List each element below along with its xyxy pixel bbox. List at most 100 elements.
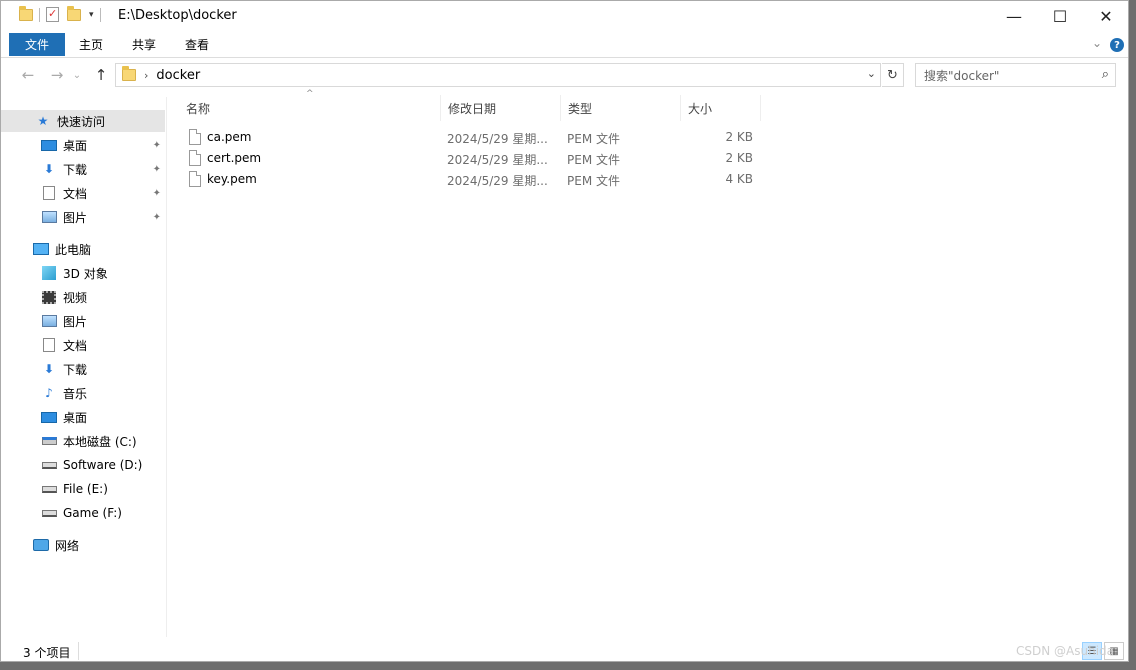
address-dropdown-icon[interactable]: ⌄: [867, 67, 876, 80]
pin-icon[interactable]: ✦: [153, 164, 161, 175]
navigation-pane: ★ 快速访问 桌面 ✦ ⬇ 下载 ✦ 文档 ✦ 图片 ✦ 此电脑 3D 对象 视…: [1, 97, 167, 637]
search-input[interactable]: 搜索"docker" ⌕: [915, 63, 1116, 87]
sidebar-item-label: 快速访问: [57, 114, 106, 129]
desktop-icon: [41, 138, 57, 152]
sidebar-item-downloads[interactable]: ⬇ 下载: [1, 358, 165, 380]
folder-icon: [122, 66, 136, 81]
item-count: 3 个项目: [23, 646, 71, 660]
sidebar-item-drive-d[interactable]: Software (D:): [1, 454, 165, 476]
column-header-size[interactable]: 大小: [681, 95, 761, 121]
maximize-button[interactable]: ☐: [1037, 1, 1083, 31]
drive-icon: [41, 482, 57, 496]
search-icon[interactable]: ⌕: [1102, 67, 1109, 82]
file-type: PEM 文件: [567, 132, 620, 146]
sidebar-item-network[interactable]: 网络: [1, 534, 165, 556]
tab-view[interactable]: 查看: [173, 33, 221, 56]
sidebar-item-this-pc[interactable]: 此电脑: [1, 238, 165, 260]
refresh-button[interactable]: ↻: [882, 63, 904, 87]
file-row[interactable]: ca.pem 2024/5/29 星期... PEM 文件 2 KB: [177, 127, 777, 148]
sidebar-item-quick-access[interactable]: ★ 快速访问: [1, 110, 165, 132]
sidebar-item-label: 桌面: [63, 410, 88, 425]
drive-icon: [41, 458, 57, 472]
file-row[interactable]: key.pem 2024/5/29 星期... PEM 文件 4 KB: [177, 169, 777, 190]
sidebar-item-desktop-pinned[interactable]: 桌面 ✦: [1, 134, 165, 156]
sidebar-item-label: 音乐: [63, 386, 88, 401]
sidebar-item-desktop[interactable]: 桌面: [1, 406, 165, 428]
picture-icon: [41, 314, 57, 328]
file-name: cert.pem: [207, 151, 262, 165]
pin-icon[interactable]: ✦: [153, 140, 161, 151]
pin-icon[interactable]: ✦: [153, 212, 161, 223]
sidebar-item-videos[interactable]: 视频: [1, 286, 165, 308]
drive-icon: [41, 506, 57, 520]
tab-share[interactable]: 共享: [120, 33, 168, 56]
network-icon: [33, 538, 49, 552]
customize-toolbar-icon[interactable]: ▾: [89, 10, 94, 20]
pin-icon[interactable]: ✦: [153, 188, 161, 199]
sidebar-item-label: File (E:): [63, 482, 108, 496]
video-icon: [41, 290, 57, 304]
up-button[interactable]: ↑: [90, 65, 112, 85]
system-drive-icon: [41, 434, 57, 448]
file-row[interactable]: cert.pem 2024/5/29 星期... PEM 文件 2 KB: [177, 148, 777, 169]
file-icon: [189, 129, 201, 145]
sidebar-item-3d-objects[interactable]: 3D 对象: [1, 262, 165, 284]
sidebar-item-downloads-pinned[interactable]: ⬇ 下载 ✦: [1, 158, 165, 180]
sidebar-item-label: 此电脑: [55, 242, 92, 257]
download-icon: ⬇: [43, 362, 55, 376]
sidebar-item-label: 文档: [63, 338, 88, 353]
sidebar-item-label: 3D 对象: [63, 266, 108, 281]
sidebar-item-drive-f[interactable]: Game (F:): [1, 502, 165, 524]
file-date: 2024/5/29 星期...: [447, 132, 548, 146]
sidebar-item-label: 图片: [63, 210, 88, 225]
column-header-date[interactable]: 修改日期: [441, 95, 561, 121]
file-size: 2 KB: [725, 130, 753, 144]
sidebar-item-pictures[interactable]: 图片: [1, 310, 165, 332]
sidebar-item-label: 下载: [63, 362, 88, 377]
sidebar-item-label: 视频: [63, 290, 88, 305]
column-header-name[interactable]: 名称: [179, 95, 441, 121]
sidebar-item-label: 下载: [63, 162, 88, 177]
breadcrumb-chevron-icon[interactable]: ›: [144, 69, 148, 82]
sidebar-item-label: 网络: [55, 538, 80, 553]
minimize-button[interactable]: —: [991, 1, 1037, 31]
column-header-type[interactable]: 类型: [561, 95, 681, 121]
title-bar: ▾ E:\Desktop\docker — ☐ ✕: [1, 1, 1128, 32]
file-type: PEM 文件: [567, 153, 620, 167]
recent-locations-button[interactable]: ⌄: [70, 65, 84, 85]
toolbar-divider: [39, 7, 40, 22]
3d-objects-icon: [41, 266, 57, 280]
sidebar-item-label: Software (D:): [63, 458, 143, 472]
file-name: ca.pem: [207, 130, 252, 144]
close-button[interactable]: ✕: [1083, 1, 1128, 31]
sidebar-item-documents-pinned[interactable]: 文档 ✦: [1, 182, 165, 204]
sidebar-item-pictures-pinned[interactable]: 图片 ✦: [1, 206, 165, 228]
computer-icon: [33, 242, 49, 256]
desktop-icon: [41, 410, 57, 424]
back-button[interactable]: ←: [17, 65, 39, 85]
sidebar-item-drive-c[interactable]: 本地磁盘 (C:): [1, 430, 165, 452]
properties-icon[interactable]: [46, 7, 59, 22]
document-icon: [41, 338, 57, 352]
new-folder-icon[interactable]: [67, 5, 81, 21]
search-placeholder: 搜索"docker": [924, 68, 1000, 83]
address-bar[interactable]: › docker ⌄: [115, 63, 881, 87]
sidebar-item-label: Game (F:): [63, 506, 122, 520]
sidebar-item-music[interactable]: ♪ 音乐: [1, 382, 165, 404]
help-icon[interactable]: ?: [1110, 38, 1124, 52]
sidebar-item-label: 文档: [63, 186, 88, 201]
ribbon-expand-icon[interactable]: ⌄: [1092, 36, 1102, 50]
file-date: 2024/5/29 星期...: [447, 174, 548, 188]
breadcrumb-docker[interactable]: docker: [156, 68, 200, 83]
status-bar: 3 个项目 ☰ ▦: [1, 640, 1128, 661]
file-size: 2 KB: [725, 151, 753, 165]
forward-button[interactable]: →: [46, 65, 68, 85]
tab-file[interactable]: 文件: [9, 33, 65, 56]
sidebar-item-documents[interactable]: 文档: [1, 334, 165, 356]
sidebar-item-drive-e[interactable]: File (E:): [1, 478, 165, 500]
tab-home[interactable]: 主页: [67, 33, 115, 56]
picture-icon: [41, 210, 57, 224]
file-size: 4 KB: [725, 172, 753, 186]
window-title: E:\Desktop\docker: [118, 8, 237, 23]
watermark: CSDN @Asuhida: [1016, 644, 1115, 658]
